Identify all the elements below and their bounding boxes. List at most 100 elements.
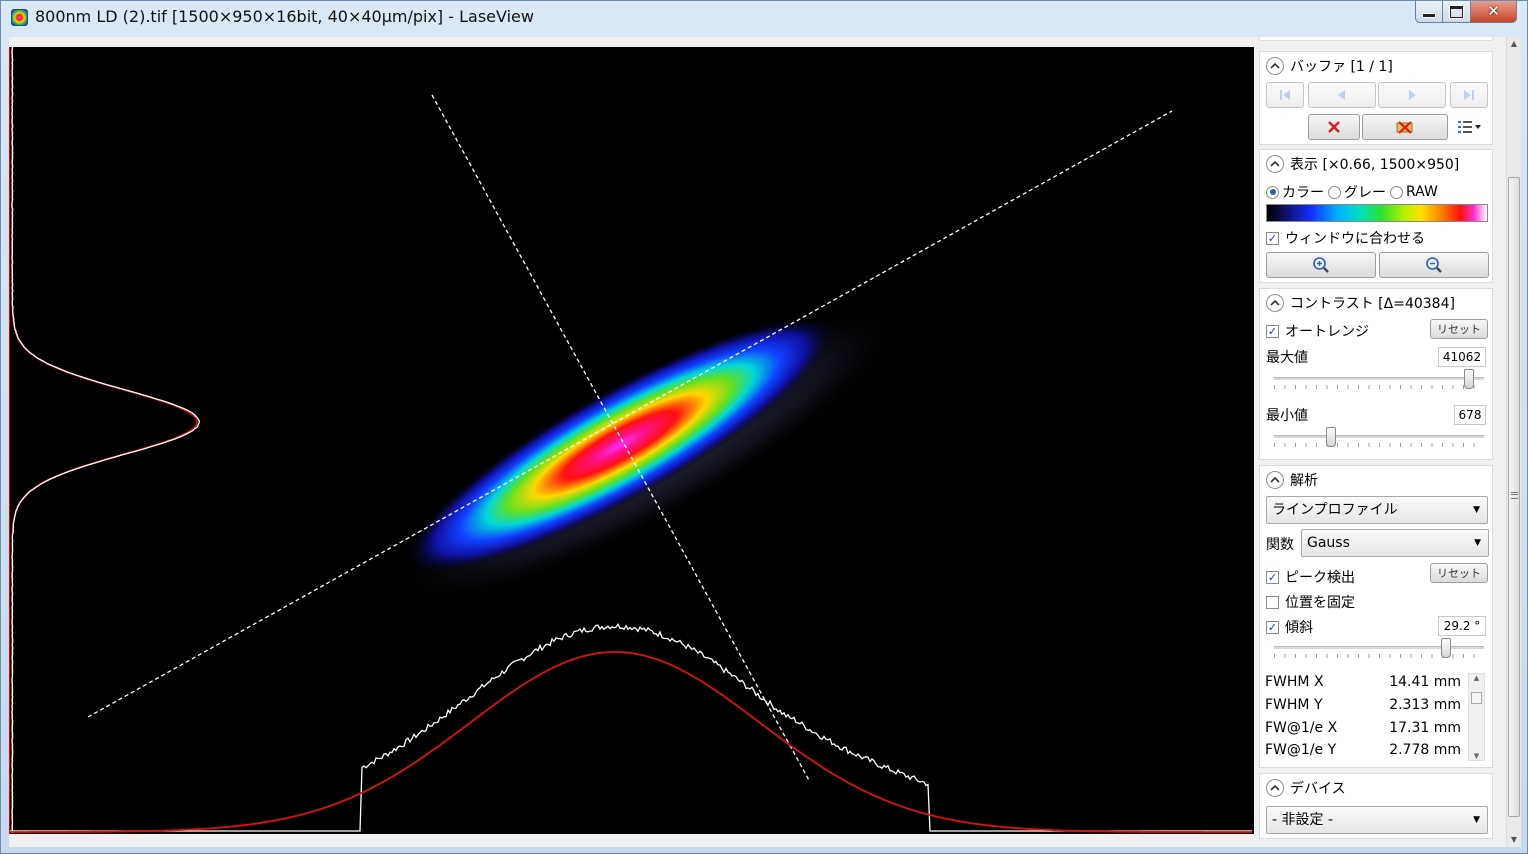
chevron-up-icon bbox=[1270, 62, 1280, 69]
beam-spot bbox=[404, 316, 836, 574]
close-window-button[interactable]: ✕ bbox=[1471, 1, 1517, 23]
function-select[interactable]: Gauss ▼ bbox=[1301, 529, 1489, 557]
delete-all-icon bbox=[1396, 121, 1413, 134]
panel-scrollbar[interactable]: ▲ ▼ bbox=[1506, 37, 1521, 847]
tilt-label: 傾斜 bbox=[1285, 620, 1313, 636]
section-device: デバイス - 非設定 - ▼ bbox=[1259, 773, 1493, 839]
last-frame-button[interactable] bbox=[1450, 82, 1488, 108]
prev-frame-button[interactable] bbox=[1308, 82, 1376, 108]
auto-range-checkbox[interactable]: ✓ オートレンジ bbox=[1266, 321, 1369, 341]
min-value-field[interactable]: 678 bbox=[1454, 405, 1486, 425]
panel-scroll-thumb[interactable] bbox=[1508, 177, 1520, 817]
zoom-in-button[interactable] bbox=[1266, 252, 1376, 278]
radio-color-label: カラー bbox=[1282, 185, 1324, 201]
fit-window-label: ウィンドウに合わせる bbox=[1285, 231, 1425, 247]
maximize-button[interactable] bbox=[1443, 1, 1471, 23]
device-select[interactable]: - 非設定 - ▼ bbox=[1266, 806, 1488, 834]
colormap-bar bbox=[1266, 204, 1488, 222]
radio-color[interactable]: カラー bbox=[1266, 182, 1324, 202]
fit-window-check: ✓ bbox=[1266, 231, 1279, 245]
result-row: FWHM X 14.41 mm bbox=[1265, 671, 1465, 694]
result-key: FWHM Y bbox=[1265, 697, 1323, 714]
tilt-value-field[interactable]: 29.2 ° bbox=[1438, 616, 1486, 636]
first-frame-button[interactable] bbox=[1266, 82, 1304, 108]
min-label: 最小値 bbox=[1266, 408, 1308, 424]
result-row: FWHM Y 2.313 mm bbox=[1265, 694, 1465, 717]
zoom-out-button[interactable] bbox=[1379, 252, 1489, 278]
delete-all-frames-button[interactable] bbox=[1362, 114, 1448, 140]
max-slider-ticks bbox=[1274, 385, 1484, 389]
function-label: 関数 bbox=[1266, 537, 1294, 553]
tilt-slider-thumb[interactable] bbox=[1441, 638, 1452, 658]
beam-image-canvas bbox=[10, 47, 1252, 833]
fit-window-checkbox[interactable]: ✓ ウィンドウに合わせる bbox=[1266, 228, 1425, 248]
beam-image-viewer[interactable] bbox=[9, 47, 1254, 834]
horizontal-profile-data bbox=[10, 623, 1252, 832]
result-value: 14.41 mm bbox=[1389, 674, 1461, 691]
device-title: デバイス bbox=[1290, 781, 1346, 797]
max-value-field[interactable]: 41062 bbox=[1438, 347, 1486, 367]
delete-icon bbox=[1328, 121, 1340, 133]
tilt-checkbox[interactable]: ✓ 傾斜 bbox=[1266, 617, 1313, 637]
result-key: FW@1/e Y bbox=[1265, 742, 1337, 759]
radio-raw-label: RAW bbox=[1406, 184, 1438, 200]
collapse-analysis-button[interactable] bbox=[1266, 471, 1284, 489]
fix-position-checkbox[interactable]: 位置を固定 bbox=[1266, 592, 1355, 612]
radio-gray[interactable]: グレー bbox=[1328, 182, 1386, 202]
contrast-reset-button[interactable]: リセット bbox=[1430, 319, 1488, 339]
peak-detect-label: ピーク検出 bbox=[1285, 570, 1355, 586]
collapse-display-button[interactable] bbox=[1266, 155, 1284, 173]
next-icon bbox=[1409, 90, 1416, 100]
scroll-up-icon[interactable]: ▲ bbox=[1469, 674, 1484, 682]
peak-detect-checkbox[interactable]: ✓ ピーク検出 bbox=[1266, 567, 1355, 587]
results-scroll-thumb[interactable] bbox=[1471, 692, 1482, 704]
result-value: 2.313 mm bbox=[1389, 697, 1461, 714]
title-bar[interactable]: 800nm LD (2).tif [1500×950×16bit, 40×40µ… bbox=[1, 1, 1527, 35]
collapse-contrast-button[interactable] bbox=[1266, 294, 1284, 312]
peak-reset-button[interactable]: リセット bbox=[1430, 563, 1488, 583]
max-slider-thumb[interactable] bbox=[1464, 369, 1475, 389]
contrast-title: コントラスト [Δ=40384] bbox=[1290, 296, 1455, 312]
auto-range-check: ✓ bbox=[1266, 324, 1279, 338]
radio-gray-indicator bbox=[1328, 185, 1341, 199]
maximize-icon bbox=[1450, 5, 1463, 18]
vertical-profile-fit bbox=[11, 47, 198, 833]
scroll-up-icon[interactable]: ▲ bbox=[1507, 37, 1521, 51]
scroll-down-icon[interactable]: ▼ bbox=[1507, 833, 1521, 847]
zoom-in-icon bbox=[1313, 257, 1329, 273]
minimize-icon bbox=[1422, 12, 1436, 18]
results-scrollbar[interactable]: ▲ ▼ bbox=[1468, 673, 1485, 761]
radio-gray-label: グレー bbox=[1344, 185, 1386, 201]
minimize-button[interactable] bbox=[1415, 1, 1443, 23]
min-slider-track bbox=[1274, 435, 1484, 438]
zoom-out-icon bbox=[1426, 257, 1442, 273]
result-value: 17.31 mm bbox=[1389, 719, 1461, 736]
list-menu-button[interactable] bbox=[1456, 116, 1488, 138]
chevron-up-icon bbox=[1270, 160, 1280, 167]
result-row: FW@1/e X 17.31 mm bbox=[1265, 716, 1465, 739]
window-title: 800nm LD (2).tif [1500×950×16bit, 40×40µ… bbox=[35, 7, 534, 26]
next-frame-button[interactable] bbox=[1378, 82, 1446, 108]
collapse-device-button[interactable] bbox=[1266, 779, 1284, 797]
min-slider-thumb[interactable] bbox=[1325, 427, 1336, 447]
analysis-mode-select[interactable]: ラインプロファイル ▼ bbox=[1266, 496, 1488, 524]
chevron-up-icon bbox=[1270, 476, 1280, 483]
section-analysis: 解析 ラインプロファイル ▼ 関数 Gauss ▼ ✓ ピーク検出 リセット 位… bbox=[1259, 465, 1493, 768]
max-label: 最大値 bbox=[1266, 350, 1308, 366]
result-key: FWHM X bbox=[1265, 674, 1324, 691]
max-slider-track bbox=[1274, 377, 1484, 380]
tilt-slider-ticks bbox=[1274, 654, 1484, 658]
tilt-check: ✓ bbox=[1266, 620, 1279, 634]
delete-frame-button[interactable] bbox=[1308, 114, 1360, 140]
radio-raw[interactable]: RAW bbox=[1390, 184, 1438, 200]
collapse-buffer-button[interactable] bbox=[1266, 57, 1284, 75]
buffer-title: バッファ [1 / 1] bbox=[1290, 59, 1393, 75]
function-value: Gauss bbox=[1307, 535, 1350, 551]
status-strip bbox=[9, 834, 1253, 847]
control-panel: バッファ [1 / 1] 表示 [×0.66, 1500×950] カラー グレ… bbox=[1257, 37, 1503, 847]
section-top-edge bbox=[1259, 37, 1493, 41]
scroll-down-icon[interactable]: ▼ bbox=[1469, 752, 1484, 760]
prev-icon bbox=[1338, 90, 1345, 100]
vertical-profile-data bbox=[11, 47, 200, 833]
fix-position-label: 位置を固定 bbox=[1285, 595, 1355, 611]
